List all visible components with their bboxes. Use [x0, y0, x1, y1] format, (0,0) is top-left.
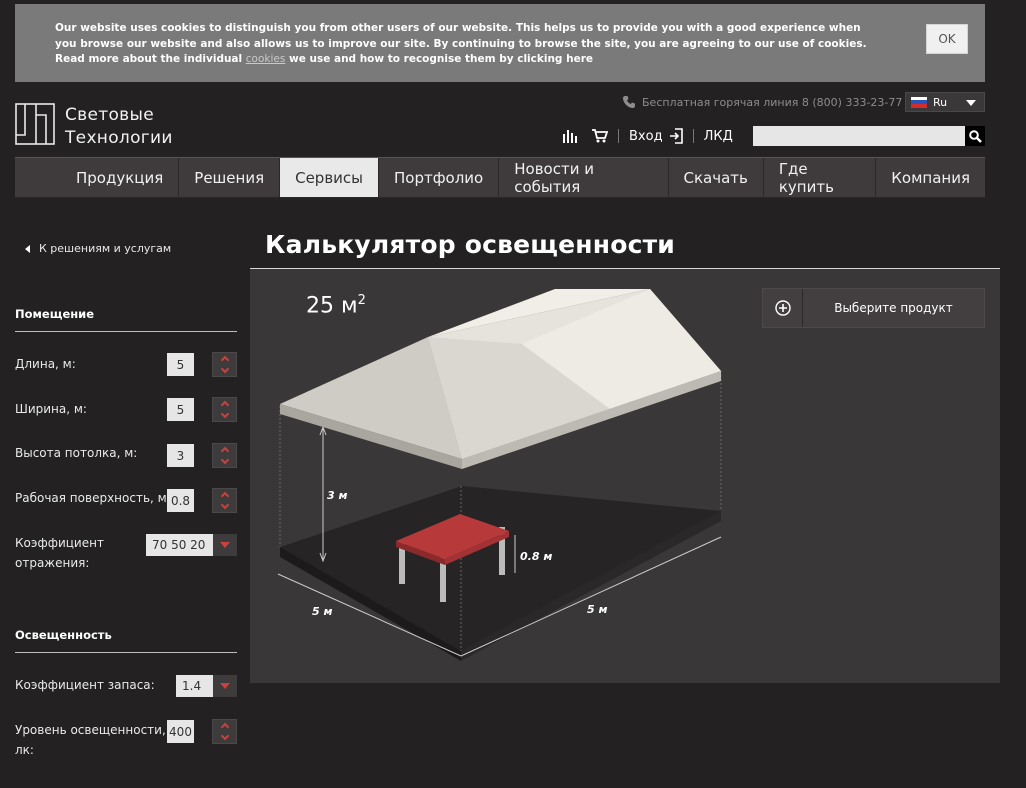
chevron-up-icon	[220, 722, 229, 732]
cookie-banner: Our website uses cookies to distinguish …	[15, 4, 985, 82]
reserve-factor-dropdown-button[interactable]	[213, 675, 237, 697]
chevron-up-icon	[220, 491, 229, 501]
cookie-ok-button[interactable]: OK	[926, 24, 968, 54]
width-label: Ширина, м:	[15, 402, 87, 416]
reflection-dropdown-button[interactable]	[213, 534, 237, 556]
work-surface-label: Рабочая поверхность, м:	[15, 491, 171, 505]
room-section-divider	[15, 331, 237, 332]
ceiling-height-stepper[interactable]	[212, 443, 237, 468]
reflection-label-line-2: отражения:	[15, 556, 90, 570]
select-product-label: Выберите продукт	[834, 301, 953, 315]
length-stepper[interactable]	[212, 352, 237, 377]
search-button[interactable]	[965, 126, 985, 146]
phone-icon	[623, 96, 635, 108]
nav-item-products[interactable]: Продукция	[15, 158, 180, 197]
cookie-link[interactable]: cookies	[246, 53, 286, 65]
illumination-level-label: Уровень освещенности, лк:	[15, 720, 166, 760]
room-visualization: 3 м 0.8 м 5 м 5 м 25 м2 Выберите продукт	[250, 269, 1000, 683]
compare-chart-icon[interactable]	[562, 129, 578, 143]
main-nav: Продукция Решения Сервисы Портфолио Ново…	[15, 157, 985, 198]
caret-down-icon	[220, 542, 230, 548]
tools-divider-2	[692, 129, 694, 143]
height-dimension-label: 3 м	[327, 489, 347, 502]
chevron-down-icon	[220, 455, 229, 465]
lkd-link[interactable]: ЛКД	[704, 129, 733, 144]
hotline: Бесплатная горячая линия 8 (800) 333-23-…	[622, 95, 902, 109]
illumination-level-stepper[interactable]	[212, 719, 237, 744]
work-surface-stepper[interactable]	[212, 488, 237, 513]
header-tools: Вход ЛКД	[562, 126, 733, 146]
area-value: 25 м	[306, 293, 358, 319]
search-input[interactable]	[753, 126, 965, 146]
logo-icon[interactable]	[15, 103, 55, 145]
reserve-factor-label: Коэффициент запаса:	[15, 678, 155, 692]
arrow-left-icon	[25, 244, 30, 253]
reflection-value: 70 50 20	[152, 538, 206, 552]
back-link-label: К решениям и услугам	[39, 242, 172, 255]
chevron-up-icon	[220, 400, 229, 410]
hotline-text: Бесплатная горячая линия 8 (800) 333-23-…	[642, 95, 903, 109]
length-input[interactable]	[167, 353, 194, 376]
illumination-section-divider	[15, 652, 237, 653]
search-icon	[968, 129, 982, 143]
cookie-text: Our website uses cookies to distinguish …	[55, 21, 875, 68]
tools-divider	[618, 129, 619, 143]
area-unit-superscript: 2	[357, 293, 366, 308]
ceiling-height-label: Высота потолка, м:	[15, 446, 138, 460]
chevron-down-icon	[220, 731, 229, 741]
illumination-level-label-line-1: Уровень освещенности,	[15, 723, 166, 737]
logo-line-1: Световые	[65, 105, 154, 125]
russia-flag-icon	[911, 96, 927, 108]
nav-item-services[interactable]: Сервисы	[280, 158, 379, 197]
width-input[interactable]	[167, 398, 194, 421]
reserve-factor-select[interactable]: 1.4	[176, 675, 237, 697]
nav-item-download[interactable]: Скачать	[669, 158, 764, 197]
room-section-header: Помещение	[15, 307, 95, 321]
area-display: 25 м2	[306, 293, 366, 318]
logo-line-2: Технологии	[65, 128, 173, 148]
page-title: Калькулятор освещенности	[265, 230, 676, 259]
chevron-down-icon	[220, 409, 229, 419]
chevron-down-icon	[220, 364, 229, 374]
work-surface-input[interactable]	[167, 489, 194, 512]
reflection-label-line-1: Коэффициент	[15, 536, 104, 550]
login-link[interactable]: Вход	[629, 129, 663, 144]
table-height-label: 0.8 м	[520, 550, 552, 563]
length-dimension-label-right: 5 м	[587, 603, 607, 616]
illumination-level-label-line-2: лк:	[15, 743, 34, 757]
length-dimension-label-left: 5 м	[312, 605, 332, 618]
chevron-down-icon	[966, 100, 976, 106]
reflection-select[interactable]: 70 50 20	[146, 534, 237, 556]
illumination-section-header: Освещенность	[15, 628, 112, 642]
chevron-up-icon	[220, 446, 229, 456]
nav-item-company[interactable]: Компания	[876, 158, 985, 197]
chevron-down-icon	[220, 500, 229, 510]
nav-item-where-to-buy[interactable]: Где купить	[764, 158, 877, 197]
cookie-message-end: we use and how to recognise them by clic…	[289, 53, 593, 65]
cart-icon[interactable]	[592, 129, 608, 143]
reflection-label: Коэффициент отражения:	[15, 533, 104, 573]
caret-down-icon	[220, 683, 230, 689]
ceiling-height-input[interactable]	[167, 444, 194, 467]
width-stepper[interactable]	[212, 397, 237, 422]
illumination-level-input[interactable]	[167, 720, 194, 743]
logo-text[interactable]: Световые Технологии	[65, 104, 173, 150]
length-label: Длина, м:	[15, 357, 76, 371]
back-link[interactable]: К решениям и услугам	[25, 242, 171, 255]
plus-circle-icon	[763, 289, 803, 327]
nav-item-solutions[interactable]: Решения	[179, 158, 281, 197]
language-label: Ru	[933, 95, 948, 109]
language-select[interactable]: Ru	[905, 92, 985, 112]
room-drawing: 3 м 0.8 м 5 м 5 м	[277, 289, 722, 661]
reserve-factor-value: 1.4	[182, 679, 202, 693]
nav-item-news[interactable]: Новости и события	[499, 158, 669, 197]
chevron-up-icon	[220, 355, 229, 365]
select-product-button[interactable]: Выберите продукт	[762, 288, 985, 328]
login-icon[interactable]	[669, 128, 683, 144]
nav-item-portfolio[interactable]: Портфолио	[379, 158, 500, 197]
